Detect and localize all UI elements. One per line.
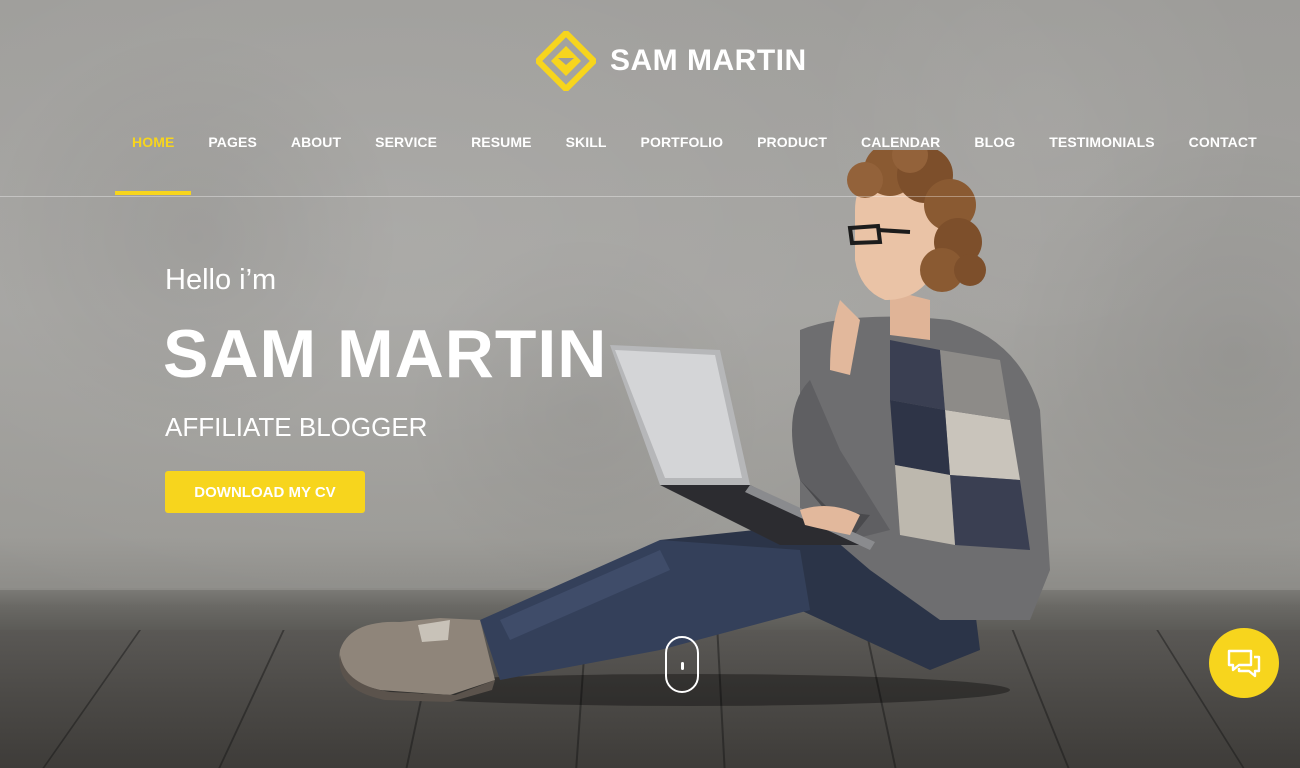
person-with-laptop-image [339,150,1050,706]
hero-name: SAM MARTIN [163,316,608,392]
hero-greeting: Hello i’m [165,264,277,296]
nav-item-service[interactable]: SERVICE [358,134,454,150]
nav-item-pages[interactable]: PAGES [191,134,273,150]
nav-item-portfolio[interactable]: PORTFOLIO [624,134,741,150]
header-divider [0,196,1300,197]
diamond-logo-icon [536,31,596,91]
nav-item-about[interactable]: ABOUT [274,134,358,150]
nav-item-skill[interactable]: SKILL [549,134,624,150]
mouse-scroll-icon[interactable] [665,636,699,693]
nav-item-testimonials[interactable]: TESTIMONIALS [1032,134,1171,150]
nav-item-contact[interactable]: CONTACT [1172,134,1274,150]
chat-bubbles-icon [1227,649,1261,678]
site-logo[interactable]: SAM MARTIN [536,30,807,92]
scroll-wheel [681,662,684,670]
download-cv-button[interactable]: DOWNLOAD MY CV [165,471,365,513]
nav-item-blog[interactable]: BLOG [957,134,1032,150]
nav-item-calendar[interactable]: CALENDAR [844,134,957,150]
chat-button[interactable] [1209,628,1279,698]
main-nav: HOME PAGES ABOUT SERVICE RESUME SKILL PO… [115,130,1274,154]
nav-item-product[interactable]: PRODUCT [740,134,844,150]
active-nav-indicator [115,191,191,195]
brand-name: SAM MARTIN [610,44,807,77]
hero-role: AFFILIATE BLOGGER [165,412,428,442]
nav-item-home[interactable]: HOME [115,134,191,150]
nav-item-resume[interactable]: RESUME [454,134,549,150]
